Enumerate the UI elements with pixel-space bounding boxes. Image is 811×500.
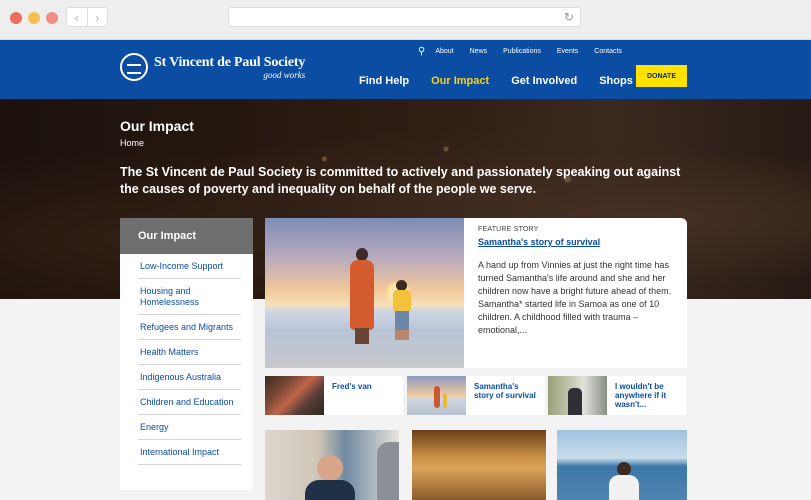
story-title[interactable]: Samantha's story of survival	[474, 382, 540, 400]
sidebar-item-children[interactable]: Children and Education	[138, 390, 241, 415]
feature-story-image[interactable]	[265, 218, 464, 368]
search-icon[interactable]: ⚲	[418, 46, 425, 57]
topnav-about[interactable]: About	[435, 48, 453, 55]
mainnav-find-help[interactable]: Find Help	[359, 75, 409, 87]
story-card-freds-van[interactable]: Fred's van	[265, 376, 403, 415]
sidebar-item-housing[interactable]: Housing and Homelessness	[138, 279, 241, 315]
photo-tile-interior[interactable]	[412, 430, 546, 500]
story-thumbnail[interactable]	[407, 376, 466, 415]
topnav-events[interactable]: Events	[557, 48, 578, 55]
back-arrow-icon[interactable]: ‹	[67, 8, 88, 26]
story-title[interactable]: I wouldn't be anywhere if it wasn't...	[615, 382, 681, 409]
logo-name: St Vincent de Paul Society	[154, 54, 306, 70]
sidebar-item-energy[interactable]: Energy	[138, 415, 241, 440]
topnav-contacts[interactable]: Contacts	[594, 48, 622, 55]
story-thumbnail[interactable]	[548, 376, 607, 415]
maximize-window-icon[interactable]	[46, 12, 58, 24]
address-bar[interactable]: ↻	[228, 7, 581, 27]
topnav-publications[interactable]: Publications	[503, 48, 541, 55]
photo-tile-ocean[interactable]	[557, 430, 687, 500]
feature-title-link[interactable]: Samantha's story of survival	[478, 237, 678, 247]
page-title: Our Impact	[120, 118, 194, 134]
logo-tagline: good works	[263, 69, 306, 80]
topnav-news[interactable]: News	[470, 48, 488, 55]
hero-lead-text: The St Vincent de Paul Society is commit…	[120, 165, 681, 196]
mainnav-get-involved[interactable]: Get Involved	[511, 75, 577, 87]
reload-icon[interactable]: ↻	[564, 10, 574, 24]
sidebar-item-low-income-support[interactable]: Low-Income Support	[138, 254, 241, 279]
close-window-icon[interactable]	[10, 12, 22, 24]
feature-excerpt: A hand up from Vinnies at just the right…	[478, 260, 672, 335]
logo-emblem-icon	[120, 53, 148, 81]
minimize-window-icon[interactable]	[28, 12, 40, 24]
feature-story-card[interactable]: FEATURE STORY Samantha's story of surviv…	[265, 218, 687, 368]
story-card-samantha[interactable]: Samantha's story of survival	[407, 376, 545, 415]
site-header: St Vincent de Paul Society good works ⚲ …	[0, 40, 811, 99]
child-silhouette	[391, 280, 413, 344]
sidebar-item-health[interactable]: Health Matters	[138, 340, 241, 365]
feature-label: FEATURE STORY	[478, 226, 539, 233]
adult-silhouette	[347, 248, 377, 344]
mainnav-our-impact[interactable]: Our Impact	[431, 75, 489, 87]
story-title[interactable]: Fred's van	[332, 382, 398, 391]
sidebar-heading[interactable]: Our Impact	[120, 218, 253, 254]
story-thumbnail[interactable]	[265, 376, 324, 415]
forward-arrow-icon[interactable]: ›	[88, 8, 108, 26]
breadcrumb-home[interactable]: Home	[120, 138, 144, 148]
site-logo[interactable]: St Vincent de Paul Society good works	[120, 53, 305, 81]
photo-tile-conversation[interactable]	[265, 430, 399, 500]
browser-chrome: ‹ › ↻	[0, 0, 811, 40]
utility-nav: ⚲ About News Publications Events Contact…	[418, 46, 638, 57]
donate-button[interactable]: DONATE	[636, 65, 687, 87]
sidebar-item-international[interactable]: International Impact	[138, 440, 241, 465]
mainnav-shops[interactable]: Shops	[599, 75, 633, 87]
story-card-wouldnt-be-anywhere[interactable]: I wouldn't be anywhere if it wasn't...	[548, 376, 686, 415]
main-nav: Find Help Our Impact Get Involved Shops	[359, 75, 655, 87]
sidebar-item-indigenous[interactable]: Indigenous Australia	[138, 365, 241, 390]
history-nav: ‹ ›	[66, 7, 108, 27]
sidebar-item-refugees[interactable]: Refugees and Migrants	[138, 315, 241, 340]
sidebar: Our Impact Low-Income Support Housing an…	[120, 218, 253, 490]
